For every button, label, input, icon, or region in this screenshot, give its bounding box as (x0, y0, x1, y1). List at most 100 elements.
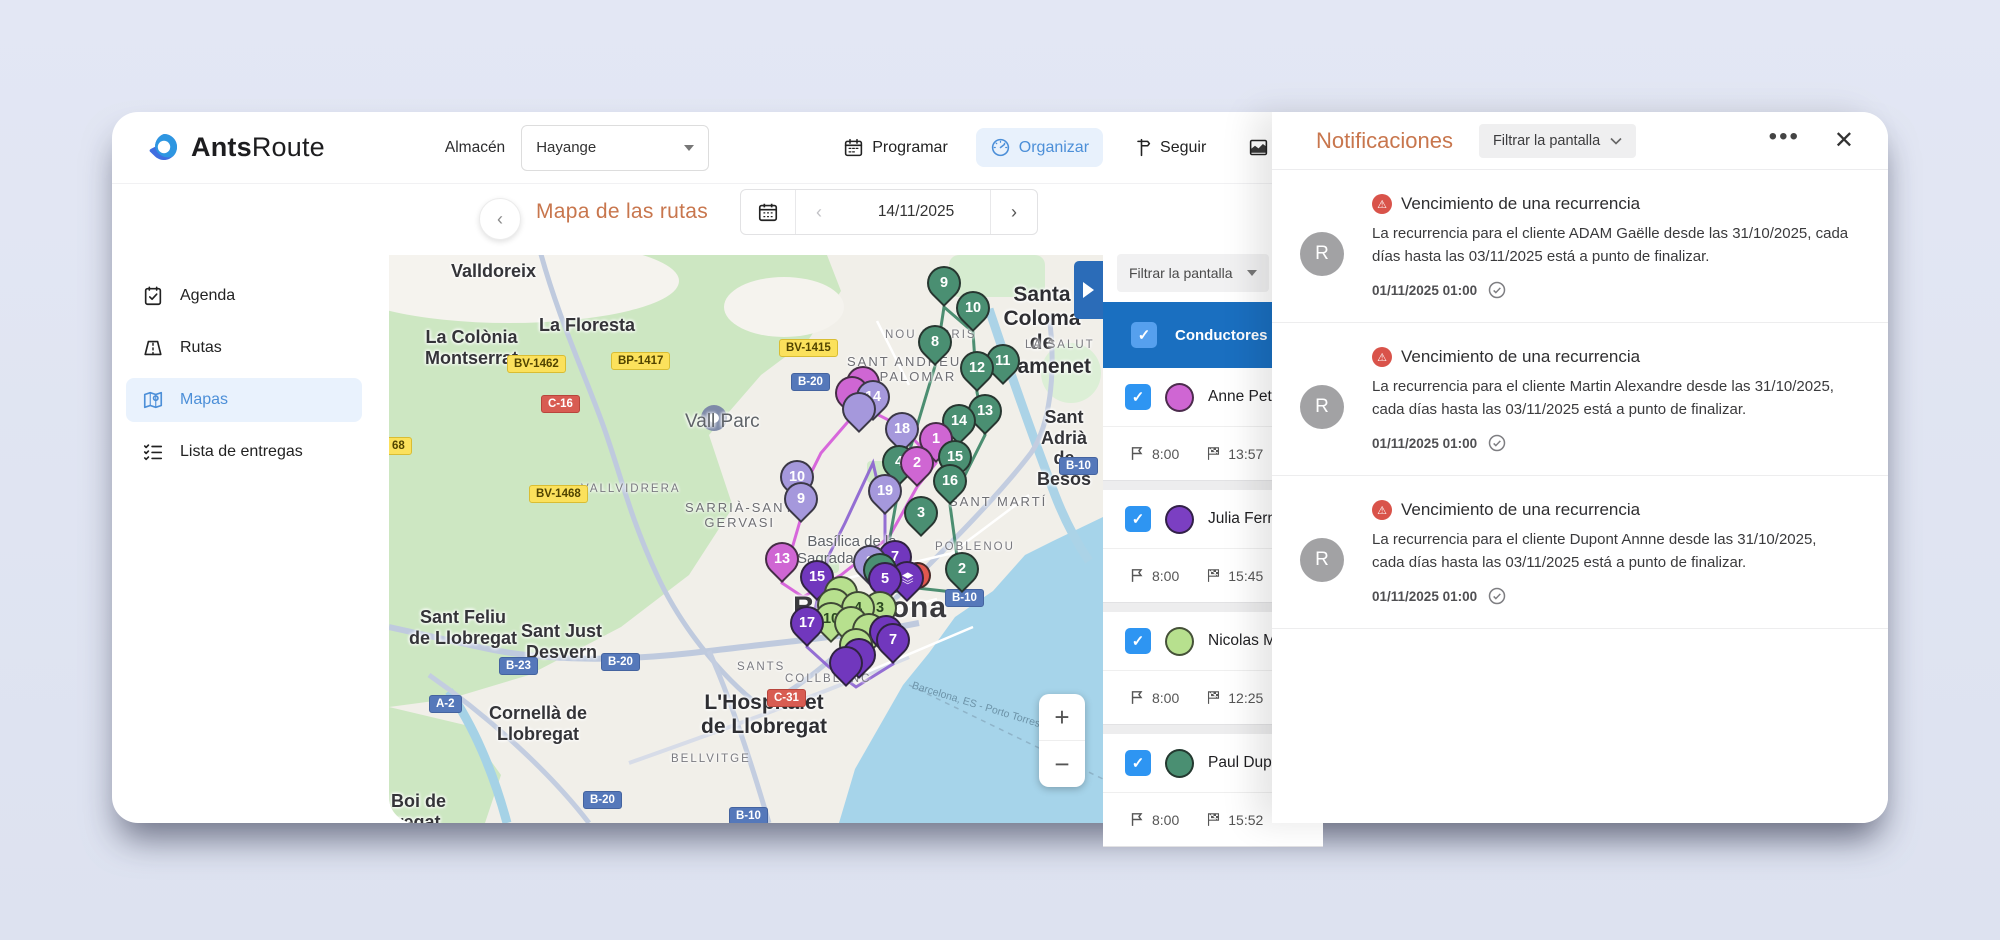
driver-checkbox[interactable]: ✓ (1125, 750, 1151, 776)
calendar-icon (757, 201, 779, 223)
map-label-boi-de: Boi de regat (391, 791, 446, 823)
road-badge-bv-1462: BV-1462 (507, 355, 566, 373)
notification-timestamp: 01/11/2025 01:00 (1372, 280, 1852, 300)
road-badge-b-10: B-10 (729, 807, 768, 823)
warehouse-select[interactable]: Hayange (521, 125, 709, 171)
zoom-in-button[interactable]: + (1039, 694, 1085, 741)
map-label-poblenou: POBLENOU (935, 541, 1015, 554)
map-label-sant-adria: Sant Adrià de Besòs (1025, 407, 1103, 490)
driver-start-time: 8:00 (1129, 689, 1179, 706)
current-date[interactable]: 14/11/2025 (842, 190, 990, 234)
flag-start-icon (1129, 445, 1146, 462)
map-label-la-salut: LA SALUT (1025, 339, 1095, 352)
driver-end-time: 15:45 (1205, 567, 1263, 584)
agenda-icon (142, 285, 164, 307)
map-label-valldoreix: Valldoreix (451, 261, 536, 282)
chart-icon (1248, 137, 1269, 158)
road-badge-b-23: B-23 (499, 657, 538, 675)
notification-item[interactable]: R ⚠ Vencimiento de una recurrencia La re… (1272, 323, 1888, 476)
checklist-icon (142, 441, 164, 463)
road-badge-a-2: A-2 (429, 695, 462, 713)
warning-icon: ⚠ (1372, 347, 1392, 367)
drivers-select-all-checkbox[interactable]: ✓ (1131, 322, 1157, 348)
notifications-panel: Notificaciones Filtrar la pantalla ••• ✕… (1272, 112, 1888, 823)
notification-title: ⚠ Vencimiento de una recurrencia (1372, 347, 1852, 367)
map-label-sant-marti: SANT MARTÍ (949, 495, 1047, 510)
notification-body: La recurrencia para el cliente Dupont An… (1372, 529, 1852, 574)
sidebar-item-lista-de-entregas[interactable]: Lista de entregas (126, 430, 362, 474)
flag-start-icon (1129, 811, 1146, 828)
road-badge-c-16: C-16 (541, 395, 580, 413)
warning-icon: ⚠ (1372, 500, 1392, 520)
warning-icon: ⚠ (1372, 194, 1392, 214)
expand-panel-button[interactable] (1074, 261, 1103, 319)
desktop-background: AntsRoute Almacén Hayange Programar Organ… (0, 0, 2000, 940)
calendar-button[interactable] (741, 190, 796, 234)
notifications-filter-dropdown[interactable]: Filtrar la pantalla (1479, 124, 1636, 158)
driver-end-time: 12:25 (1205, 689, 1263, 706)
driver-color-dot (1165, 749, 1194, 778)
driver-end-time: 13:57 (1205, 445, 1263, 462)
road-badge-c-31: C-31 (767, 689, 806, 707)
close-notifications-button[interactable]: ✕ (1834, 126, 1854, 155)
flag-start-icon (1129, 689, 1146, 706)
sidebar-item-rutas[interactable]: Rutas (126, 326, 362, 370)
map-label-la-floresta: La Floresta (539, 315, 635, 336)
page-title: Mapa de las rutas (536, 200, 708, 224)
app-window: AntsRoute Almacén Hayange Programar Organ… (112, 112, 1888, 823)
driver-end-time: 15:52 (1205, 811, 1263, 828)
next-day-button[interactable]: › (990, 190, 1037, 234)
driver-color-dot (1165, 627, 1194, 656)
check-circle-icon (1487, 280, 1507, 300)
brand-logo: AntsRoute (146, 130, 325, 166)
road-badge-b-20: B-20 (791, 373, 830, 391)
brand-name: AntsRoute (191, 132, 325, 163)
map-label-bellvitge: BELLVITGE (671, 753, 751, 766)
driver-name: Paul Dupo (1208, 754, 1280, 772)
notifications-title: Notificaciones (1316, 128, 1453, 154)
driver-start-time: 8:00 (1129, 811, 1179, 828)
speedometer-icon (990, 137, 1011, 158)
avatar: R (1300, 538, 1344, 582)
zoom-out-button[interactable]: − (1039, 741, 1085, 787)
check-circle-icon (1487, 586, 1507, 606)
sidebar-item-agenda[interactable]: Agenda (126, 274, 362, 318)
flag-start-icon (1129, 567, 1146, 584)
notification-title: ⚠ Vencimiento de una recurrencia (1372, 194, 1852, 214)
driver-checkbox[interactable]: ✓ (1125, 628, 1151, 654)
notifications-list: R ⚠ Vencimiento de una recurrencia La re… (1272, 170, 1888, 629)
nav-seguir[interactable]: Seguir (1117, 128, 1220, 167)
play-arrow-icon (1083, 282, 1094, 298)
avatar: R (1300, 385, 1344, 429)
notification-title: ⚠ Vencimiento de una recurrencia (1372, 500, 1852, 520)
nav-programar[interactable]: Programar (829, 128, 962, 167)
driver-checkbox[interactable]: ✓ (1125, 384, 1151, 410)
prev-day-button[interactable]: ‹ (796, 190, 842, 234)
calendar-icon (843, 137, 864, 158)
drivers-filter-dropdown[interactable]: Filtrar la pantalla (1117, 254, 1269, 292)
nav-organizar[interactable]: Organizar (976, 128, 1103, 167)
flag-finish-icon (1205, 567, 1222, 584)
route-map[interactable]: ValldoreixLa FlorestaLa Colònia Montserr… (389, 255, 1103, 823)
road-badge-bp-1417: BP-1417 (611, 352, 670, 370)
notification-body: La recurrencia para el cliente Martin Al… (1372, 376, 1852, 421)
map-label-sants: SANTS (737, 661, 785, 674)
driver-checkbox[interactable]: ✓ (1125, 506, 1151, 532)
chevron-down-icon (1610, 137, 1622, 145)
driver-start-time: 8:00 (1129, 445, 1179, 462)
sidebar-item-mapas[interactable]: Mapas (126, 378, 362, 422)
collapse-panel-button[interactable]: ‹ (479, 198, 521, 240)
notification-body: La recurrencia para el cliente ADAM Gaël… (1372, 223, 1852, 268)
antsroute-logo-icon (146, 130, 182, 166)
road-badge-bv-1468: BV-1468 (529, 485, 588, 503)
road-badge-68: 68 (389, 437, 412, 455)
road-badge-b-20: B-20 (601, 653, 640, 671)
map-zoom-control: + − (1039, 694, 1085, 787)
notification-item[interactable]: R ⚠ Vencimiento de una recurrencia La re… (1272, 170, 1888, 323)
more-options-button[interactable]: ••• (1769, 137, 1800, 145)
notification-item[interactable]: R ⚠ Vencimiento de una recurrencia La re… (1272, 476, 1888, 629)
driver-color-dot (1165, 383, 1194, 412)
warehouse-label: Almacén (445, 139, 505, 157)
road-badge-b-20: B-20 (583, 791, 622, 809)
date-picker-group: ‹ 14/11/2025 › (740, 189, 1038, 235)
